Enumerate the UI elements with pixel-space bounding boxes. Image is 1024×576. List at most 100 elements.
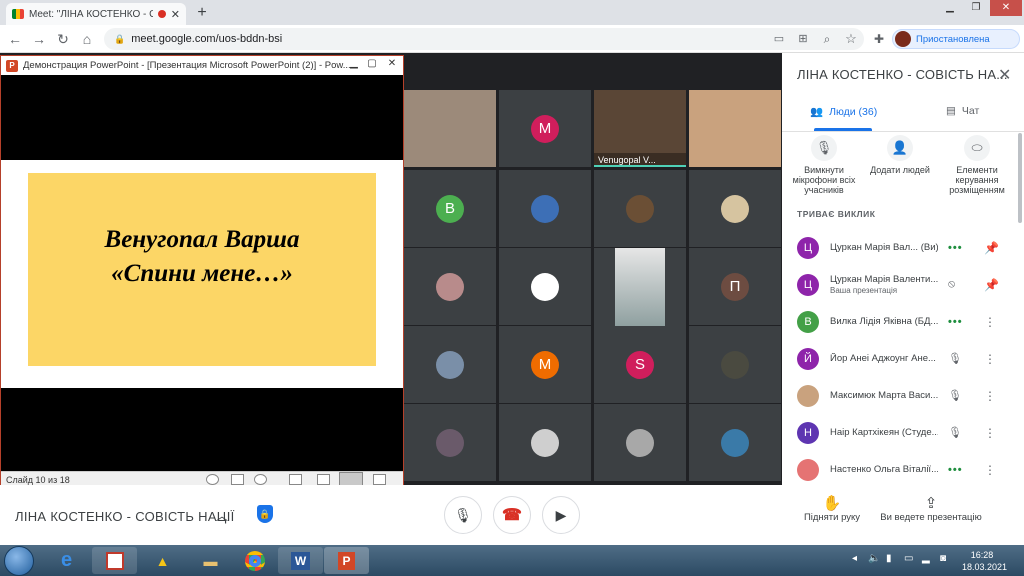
slide[interactable]: Венугопал Варша «Спини мене…»: [1, 160, 403, 388]
minimize-icon[interactable]: ▁: [938, 0, 962, 16]
pin-icon[interactable]: 📌: [984, 241, 999, 255]
restore-icon[interactable]: ❐: [964, 0, 988, 16]
participant-tile[interactable]: M: [499, 90, 591, 167]
participant-tile[interactable]: [594, 170, 686, 247]
camera-button[interactable]: ▶: [542, 496, 580, 534]
panel-scrollbar[interactable]: [1018, 133, 1022, 223]
home-icon[interactable]: ⌂: [78, 30, 96, 48]
tab-people[interactable]: 👥 Люди (36): [810, 105, 877, 119]
window-close-icon[interactable]: ✕: [990, 0, 1022, 16]
app-icon[interactable]: [92, 547, 137, 574]
signal-icon[interactable]: ▂: [922, 553, 930, 564]
ie-icon[interactable]: e: [44, 547, 89, 574]
participant-tile[interactable]: [404, 326, 496, 403]
ppt-maximize-icon[interactable]: ▢: [363, 58, 381, 72]
participant-tile[interactable]: M: [499, 326, 591, 403]
volume-icon[interactable]: 🔈: [868, 553, 880, 564]
participant-tile[interactable]: S: [594, 326, 686, 403]
chrome-icon[interactable]: [232, 547, 277, 574]
participant-tile[interactable]: [689, 170, 781, 247]
forward-icon[interactable]: →: [30, 30, 48, 48]
start-button[interactable]: [4, 546, 34, 576]
tab-close-icon[interactable]: ✕: [171, 8, 180, 21]
tab-chat[interactable]: ▤ Чат: [946, 105, 979, 117]
mic-off-icon[interactable]: ⦸: [948, 278, 955, 291]
back-icon[interactable]: ←: [6, 30, 24, 48]
folder-icon[interactable]: ▬: [188, 547, 233, 574]
participant-tile[interactable]: [404, 90, 496, 167]
participant-tile[interactable]: [404, 248, 496, 325]
more-options-icon[interactable]: ⋮: [984, 426, 996, 440]
participant-row[interactable]: Й Йор Анеі Аджоунг Ане... 🎙 ⋮: [782, 340, 1012, 377]
profile-button[interactable]: Приостановлена: [892, 29, 1020, 49]
speaking-dots-icon[interactable]: •••: [948, 464, 963, 476]
participant-tile[interactable]: [689, 326, 781, 403]
participant-tile[interactable]: B: [404, 170, 496, 247]
participant-row[interactable]: Ц Цуркан Марія Валенти... Ваша презентація…: [782, 266, 1012, 303]
speaking-dots-icon[interactable]: •••: [948, 316, 963, 328]
security-shield-icon[interactable]: 🔒: [257, 505, 273, 523]
new-tab-button[interactable]: +: [192, 4, 212, 22]
next-slide-icon[interactable]: [254, 474, 267, 485]
ppt-minimize-icon[interactable]: ▁: [345, 58, 363, 72]
participant-row[interactable]: Максимюк Марта Васи... 🎙 ⋮: [782, 377, 1012, 414]
display-icon[interactable]: ▭: [904, 553, 913, 564]
clock[interactable]: 16:28 18.03.2021: [962, 549, 1007, 573]
speaking-dots-icon[interactable]: •••: [948, 242, 963, 254]
browser-tab[interactable]: Meet: "ЛІНА КОСТЕНКО - СО ✕: [6, 3, 186, 25]
participant-tile[interactable]: [689, 90, 781, 167]
presenting-button[interactable]: ⇪ Ви ведете презентацію: [876, 496, 986, 525]
participant-tile[interactable]: [689, 404, 781, 481]
participant-tile[interactable]: [499, 248, 591, 325]
participant-tile[interactable]: [594, 404, 686, 481]
more-options-icon[interactable]: ⋮: [984, 463, 996, 477]
mic-off-icon[interactable]: 🎙: [948, 426, 962, 439]
mic-off-icon[interactable]: 🎙: [948, 389, 962, 402]
chevron-up-icon[interactable]: ︿: [216, 507, 228, 524]
camera-indicator-icon[interactable]: ▭: [770, 30, 788, 48]
powerpoint-window[interactable]: P Демонстрация PowerPoint - [Презентация…: [0, 55, 404, 489]
panel-close-icon[interactable]: ✕: [998, 65, 1011, 85]
bookmark-star-icon[interactable]: ☆: [842, 30, 860, 48]
word-icon[interactable]: W: [278, 547, 323, 574]
address-bar[interactable]: 🔒 meet.google.com/uos-bddn-bsi: [104, 28, 864, 50]
slide-sorter-icon[interactable]: [317, 474, 330, 485]
host-controls-button[interactable]: ⬭ Елементи керування розміщенням: [940, 135, 1014, 195]
more-options-icon[interactable]: ⋮: [984, 352, 996, 366]
mic-button[interactable]: 🎙: [444, 496, 482, 534]
participant-tile[interactable]: Venugopal V...: [594, 90, 686, 167]
language-icon[interactable]: ◙: [940, 553, 946, 564]
raise-hand-button[interactable]: ✋ Підняти руку: [800, 496, 864, 525]
tray-arrow-icon[interactable]: ◂: [852, 553, 857, 564]
participant-tile[interactable]: П: [689, 248, 781, 325]
ppt-title-bar[interactable]: P Демонстрация PowerPoint - [Презентация…: [1, 56, 403, 75]
slideshow-icon[interactable]: [373, 474, 386, 485]
add-people-button[interactable]: 👤 Додати людей: [864, 135, 936, 175]
participant-tile[interactable]: [594, 248, 686, 326]
reload-icon[interactable]: ↻: [54, 30, 72, 48]
network-icon[interactable]: ▮: [886, 553, 892, 564]
participant-tile[interactable]: [404, 404, 496, 481]
extensions-icon[interactable]: ✚: [870, 30, 888, 48]
slide-menu-icon[interactable]: [231, 474, 244, 485]
participant-row[interactable]: В Вилка Лідія Яківна (БД... ••• ⋮: [782, 303, 1012, 340]
participant-row[interactable]: Ц Цуркан Марія Вал... (Ви) ••• 📌: [782, 229, 1012, 266]
mic-off-icon[interactable]: 🎙: [948, 352, 962, 365]
vlc-like-icon[interactable]: ▲: [140, 547, 185, 574]
prev-slide-icon[interactable]: [206, 474, 219, 485]
more-options-icon[interactable]: ⋮: [984, 315, 996, 329]
participant-tile[interactable]: [499, 170, 591, 247]
participant-row[interactable]: Настенко Ольга Віталії... ••• ⋮: [782, 451, 1012, 485]
pin-icon[interactable]: 📌: [984, 278, 999, 292]
powerpoint-taskbar-icon[interactable]: P: [324, 547, 369, 574]
translate-icon[interactable]: ⊞: [794, 30, 812, 48]
more-options-icon[interactable]: ⋮: [984, 389, 996, 403]
hangup-button[interactable]: ☎: [493, 496, 531, 534]
ppt-close-icon[interactable]: ✕: [383, 58, 401, 72]
participant-tile[interactable]: [499, 404, 591, 481]
meeting-name[interactable]: ЛІНА КОСТЕНКО - СОВІСТЬ НАЦІЇ: [15, 509, 235, 524]
participant-row[interactable]: Н Наір Картхікеян (Студе... 🎙 ⋮: [782, 414, 1012, 451]
normal-view-icon[interactable]: [289, 474, 302, 485]
mute-all-button[interactable]: 🎙 Вимкнути мікрофони всіх учасників: [788, 135, 860, 195]
zoom-icon[interactable]: ⌕: [818, 30, 836, 48]
